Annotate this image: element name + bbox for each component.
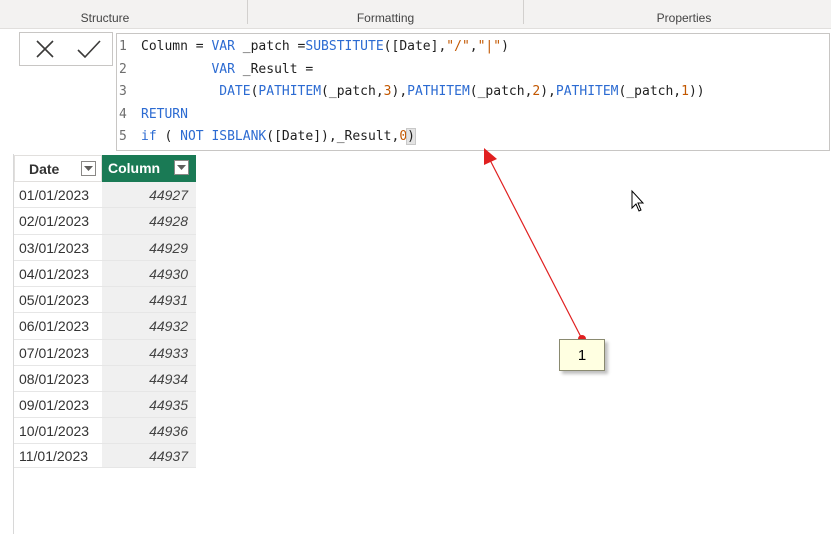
code-token: )) — [688, 84, 705, 99]
column-value-cell: 44936 — [102, 418, 196, 443]
code-text: RETURN — [141, 104, 188, 126]
filter-dropdown-button[interactable] — [174, 160, 189, 175]
date-cell: 07/01/2023 — [19, 345, 90, 361]
column-value-cell: 44931 — [102, 287, 196, 312]
column-value-cell: 44934 — [102, 366, 196, 391]
column-value-cell: 44933 — [102, 340, 196, 365]
column-value-cell: 44937 — [102, 444, 196, 467]
code-token: VAR — [211, 39, 235, 54]
column-value-cell: 44935 — [102, 392, 196, 417]
column-header-label: Column — [108, 160, 161, 176]
code-token: NOT — [180, 129, 204, 144]
code-token: if — [141, 129, 157, 144]
code-token: VAR — [211, 62, 235, 77]
table-row[interactable]: 02/01/2023 44928 — [14, 208, 196, 235]
date-cell: 05/01/2023 — [19, 292, 90, 308]
commit-button[interactable] — [66, 33, 112, 65]
date-cell: 09/01/2023 — [19, 397, 90, 413]
column-value-cell: 44929 — [102, 235, 196, 260]
table-row[interactable]: 08/01/2023 44934 — [14, 366, 196, 392]
column-header-column[interactable]: Column — [102, 155, 196, 182]
table-row[interactable]: 04/01/2023 44930 — [14, 261, 196, 287]
line-number: 2 — [119, 62, 127, 77]
code-token: PATHITEM — [555, 84, 619, 99]
code-token: ([Date], — [383, 39, 447, 54]
date-cell: 04/01/2023 — [19, 266, 90, 282]
cancel-button[interactable] — [22, 33, 68, 65]
tab-formatting[interactable]: Formatting — [248, 0, 523, 28]
table-row[interactable]: 10/01/2023 44936 — [14, 418, 196, 444]
code-token: 3 — [383, 84, 392, 99]
tab-properties[interactable]: Properties — [524, 0, 831, 28]
chevron-down-icon — [177, 164, 186, 170]
code-token: 1 — [681, 84, 689, 99]
date-cell: 03/01/2023 — [19, 240, 90, 256]
code-token: RETURN — [141, 107, 188, 122]
table-row[interactable]: 09/01/2023 44935 — [14, 392, 196, 418]
checkmark-icon — [77, 40, 101, 59]
formula-commit-buttons — [19, 32, 113, 66]
code-token: ISBLANK — [211, 129, 267, 144]
code-token: ) — [501, 39, 509, 54]
line-number: 5 — [119, 129, 127, 144]
column-header-label: Date — [29, 161, 60, 177]
code-token: _patch = — [234, 39, 306, 54]
column-value-cell: 44930 — [102, 261, 196, 286]
code-token: PATHITEM — [407, 84, 470, 99]
code-token: ( — [156, 129, 181, 144]
code-token: PATHITEM — [258, 84, 322, 99]
line-number: 1 — [119, 39, 127, 54]
code-token: (_patch, — [469, 84, 533, 99]
column-header-date[interactable]: Date — [14, 155, 102, 182]
code-token: (_patch, — [321, 84, 384, 99]
code-token: "|" — [477, 39, 502, 54]
code-token: SUBSTITUTE — [305, 39, 384, 54]
code-token: DATE — [219, 84, 251, 99]
date-cell: 11/01/2023 — [19, 448, 89, 464]
code-token: ) — [406, 128, 416, 145]
code-token: 0 — [399, 129, 408, 144]
callout-label: 1 — [577, 347, 587, 364]
code-token: "/" — [446, 39, 470, 54]
filter-dropdown-button[interactable] — [81, 161, 96, 176]
code-text: DATE(PATHITEM(_patch,3),PATHITEM(_patch,… — [141, 81, 705, 103]
chevron-down-icon — [84, 165, 93, 171]
annotation-callout: 1 — [559, 339, 605, 371]
code-text: Column = VAR _patch =SUBSTITUTE([Date],"… — [141, 36, 509, 58]
date-cell: 08/01/2023 — [19, 371, 90, 387]
date-cell: 10/01/2023 — [19, 423, 90, 439]
code-token: ), — [540, 84, 556, 99]
table-row[interactable]: 05/01/2023 44931 — [14, 287, 196, 313]
date-cell: 01/01/2023 — [19, 187, 90, 203]
table-row[interactable]: 11/01/2023 44937 — [14, 444, 196, 468]
code-token: ), — [391, 84, 408, 99]
line-number: 3 — [119, 84, 127, 99]
table-row[interactable]: 06/01/2023 44932 — [14, 313, 196, 340]
date-cell: 06/01/2023 — [19, 318, 90, 334]
date-cell: 02/01/2023 — [19, 213, 90, 229]
code-text: VAR _Result = — [141, 59, 313, 81]
code-token: Column = — [141, 39, 212, 54]
column-value-cell: 44927 — [102, 182, 196, 207]
table-row[interactable]: 07/01/2023 44933 — [14, 340, 196, 366]
code-text: if ( NOT ISBLANK([Date]),_Result,0) — [141, 126, 416, 148]
ribbon-tabs-bar: Structure Formatting Properties — [0, 0, 831, 29]
line-number: 4 — [119, 107, 127, 122]
close-icon — [36, 40, 54, 58]
code-token: ([Date]),_Result, — [266, 129, 400, 144]
column-value-cell: 44932 — [102, 313, 196, 339]
table-row[interactable]: 03/01/2023 44929 — [14, 235, 196, 261]
column-value-cell: 44928 — [102, 208, 196, 234]
mouse-cursor-icon — [631, 189, 645, 212]
code-token: , — [469, 39, 478, 54]
code-token: _Result = — [234, 62, 314, 77]
tab-structure[interactable]: Structure — [0, 0, 210, 28]
table-row[interactable]: 01/01/2023 44927 — [14, 182, 196, 208]
code-token: (_patch, — [618, 84, 682, 99]
formula-editor[interactable]: 1 Column = VAR _patch =SUBSTITUTE([Date],… — [116, 33, 830, 151]
annotation-arrow-line — [489, 159, 583, 340]
